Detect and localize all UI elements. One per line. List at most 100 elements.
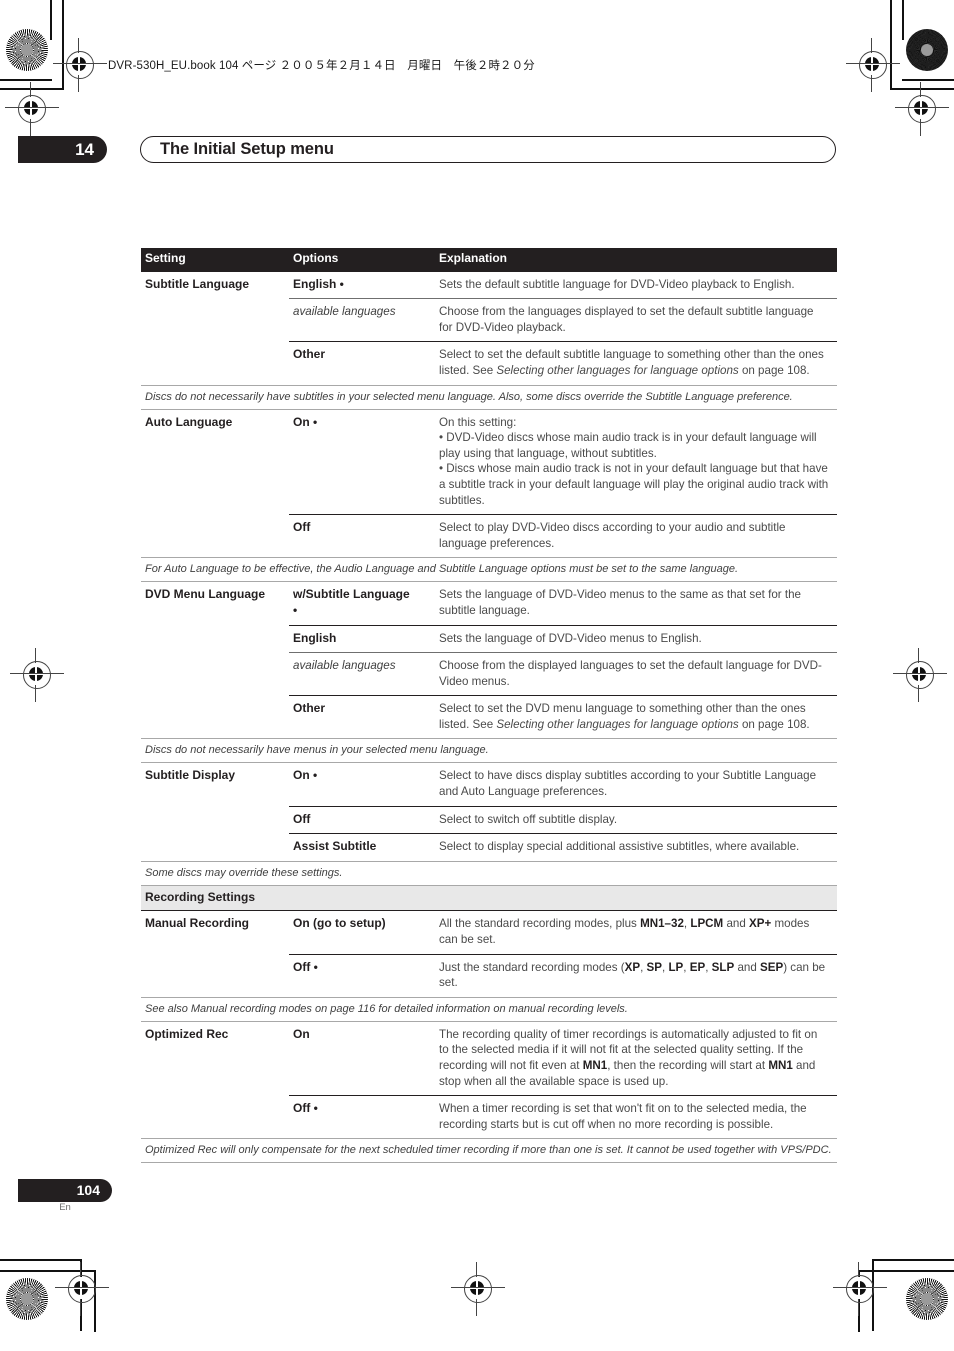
table-note-row: For Auto Language to be effective, the A… xyxy=(141,557,837,583)
option-value-cell: Off xyxy=(289,805,435,834)
registration-mark-left-middle xyxy=(10,648,64,702)
table-header-row: Setting Options Explanation xyxy=(141,248,837,272)
setting-name-cell xyxy=(141,299,289,342)
explanation-cell: Sets the language of DVD-Video menus to … xyxy=(435,624,837,653)
table-note-text: Some discs may override these settings. xyxy=(141,860,837,886)
option-value-cell: Off • xyxy=(289,1095,435,1139)
table-note-text: Discs do not necessarily have subtitles … xyxy=(141,384,837,410)
setting-name-cell: Auto Language xyxy=(145,414,233,429)
setting-name-cell xyxy=(141,834,289,862)
option-value-cell: Off xyxy=(289,514,435,558)
option-value-cell: Off • xyxy=(289,953,435,998)
registration-mark-bottom-center xyxy=(451,1262,505,1316)
column-header-explanation: Explanation xyxy=(435,248,837,272)
settings-table-body: Subtitle Language English • Sets the defau… xyxy=(141,270,837,1164)
table-row: Subtitle Display On • Select to have discs… xyxy=(141,763,837,806)
crop-line-bottom-right-h2 xyxy=(858,1270,954,1272)
table-section-band: Recording Settings xyxy=(141,884,837,911)
explanation-cell: Select to switch off subtitle display. xyxy=(435,805,837,834)
table-row: English Sets the language of DVD-Video me… xyxy=(141,624,837,653)
page-title: The Initial Setup menu xyxy=(160,140,334,158)
table-row: DVD Menu Language w/Subtitle Language • Set… xyxy=(141,582,837,625)
explanation-cell: Select to display special additional ass… xyxy=(435,833,837,862)
table-note-row: Discs do not necessarily have menus in y… xyxy=(141,738,837,764)
table-section-band-label: Recording Settings xyxy=(141,884,837,911)
option-value-cell: available languages xyxy=(289,298,435,342)
explanation-cell: Choose from the languages displayed to s… xyxy=(435,298,837,342)
explanation-cell: Select to set the DVD menu language to s… xyxy=(435,695,837,739)
table-row: Assist Subtitle Select to display special… xyxy=(141,833,837,862)
registration-mark-right-middle xyxy=(893,648,947,702)
crop-line-top-right-v xyxy=(902,0,904,40)
table-row: available languages Choose from the langu… xyxy=(141,298,837,342)
print-rosette-bottom-left xyxy=(6,1278,48,1320)
table-note-text: Discs do not necessarily have menus in y… xyxy=(141,738,837,764)
crop-line-top-right-h xyxy=(902,79,954,81)
option-value-cell: English xyxy=(289,624,435,653)
option-value-cell: On • xyxy=(293,414,318,429)
table-row: Other Select to set the default subtitle … xyxy=(141,341,837,386)
setting-name-cell xyxy=(141,625,289,653)
table-note-text: See also Manual recording modes on page … xyxy=(141,996,837,1022)
option-value-cell: On • xyxy=(293,768,318,783)
crop-line-bottom-left-v2 xyxy=(94,1270,96,1332)
setting-name-cell xyxy=(141,954,289,997)
crop-line-top-left-h xyxy=(0,79,52,81)
crop-line-top-right-v2 xyxy=(890,0,892,90)
explanation-cell: Sets the language of DVD-Video menus to … xyxy=(439,588,801,617)
table-note-row: Some discs may override these settings. xyxy=(141,860,837,886)
explanation-cell: The recording quality of timer recording… xyxy=(439,1027,818,1088)
column-header-setting: Setting xyxy=(141,248,289,272)
explanation-cell: Select to have discs display subtitles a… xyxy=(439,769,817,799)
registration-mark-top-right xyxy=(846,38,900,92)
table-note-text: For Auto Language to be effective, the A… xyxy=(141,557,837,583)
registration-mark-top-left xyxy=(53,38,107,92)
print-rosette-bottom-right xyxy=(906,1278,948,1320)
crop-line-bottom-left-h2 xyxy=(0,1270,96,1272)
setting-name-cell xyxy=(141,515,289,558)
option-value-cell: On xyxy=(293,1026,310,1041)
table-row: Auto Language On • On this setting: • DVD-V… xyxy=(141,409,837,515)
book-slug-line: DVR-530H_EU.book 104 ページ ２００５年２月１４日 月曜日 … xyxy=(108,60,535,72)
crop-line-bottom-left-h xyxy=(0,1259,82,1261)
table-row: Other Select to set the DVD menu language… xyxy=(141,695,837,739)
table-row: Manual Recording On (go to setup) All the … xyxy=(141,910,837,955)
crop-line-bottom-right-h xyxy=(872,1259,954,1261)
explanation-cell: Select to play DVD-Video discs according… xyxy=(435,514,837,558)
explanation-cell: All the standard recording modes, plus M… xyxy=(435,910,837,955)
chapter-number-badge: 14 xyxy=(18,136,107,163)
setting-name-cell xyxy=(141,653,289,696)
table-row: available languages Choose from the displ… xyxy=(141,652,837,696)
setting-name-cell: Subtitle Language xyxy=(141,270,289,299)
table-row: Off • Just the standard recording modes (… xyxy=(141,953,837,998)
settings-table: Setting Options Explanation Subtitle Lan… xyxy=(141,248,837,1164)
print-rosette-top-right xyxy=(906,29,948,71)
page-language-code: En xyxy=(59,1202,71,1213)
explanation-cell: When a timer recording is set that won't… xyxy=(435,1095,837,1139)
setting-name-cell: DVD Menu Language xyxy=(145,587,266,602)
crop-line-top-left-v2 xyxy=(62,0,64,90)
option-value-cell: English • xyxy=(289,270,435,299)
setting-name-cell: Optimized Rec xyxy=(145,1026,229,1041)
setting-name-cell xyxy=(141,342,289,385)
table-row: Optimized Rec On The recording quality of … xyxy=(141,1021,837,1095)
registration-mark-bottom-left xyxy=(55,1262,109,1316)
table-row: Off Select to switch off subtitle display… xyxy=(141,805,837,834)
crop-line-top-right-h2 xyxy=(892,88,954,90)
table-row: Off • When a timer recording is set that … xyxy=(141,1095,837,1139)
crop-line-top-left-v xyxy=(50,0,52,40)
table-note-text: Optimized Rec will only compensate for t… xyxy=(141,1138,837,1164)
registration-mark-bottom-right xyxy=(833,1262,887,1316)
setting-name-cell xyxy=(141,696,289,739)
option-value-cell: w/Subtitle Language • xyxy=(293,587,410,617)
explanation-cell: Sets the default subtitle language for D… xyxy=(435,270,837,299)
option-value-cell: On (go to setup) xyxy=(289,910,435,955)
registration-mark-left-upper xyxy=(5,82,59,136)
setting-name-cell xyxy=(141,806,289,834)
page-number-badge: 104 xyxy=(18,1179,112,1202)
table-row: Off Select to play DVD-Video discs accord… xyxy=(141,514,837,558)
crop-line-top-left-h2 xyxy=(0,88,62,90)
registration-mark-right-upper xyxy=(895,82,949,136)
table-row: Subtitle Language English • Sets the defau… xyxy=(141,270,837,299)
explanation-cell: Select to set the default subtitle langu… xyxy=(435,341,837,386)
